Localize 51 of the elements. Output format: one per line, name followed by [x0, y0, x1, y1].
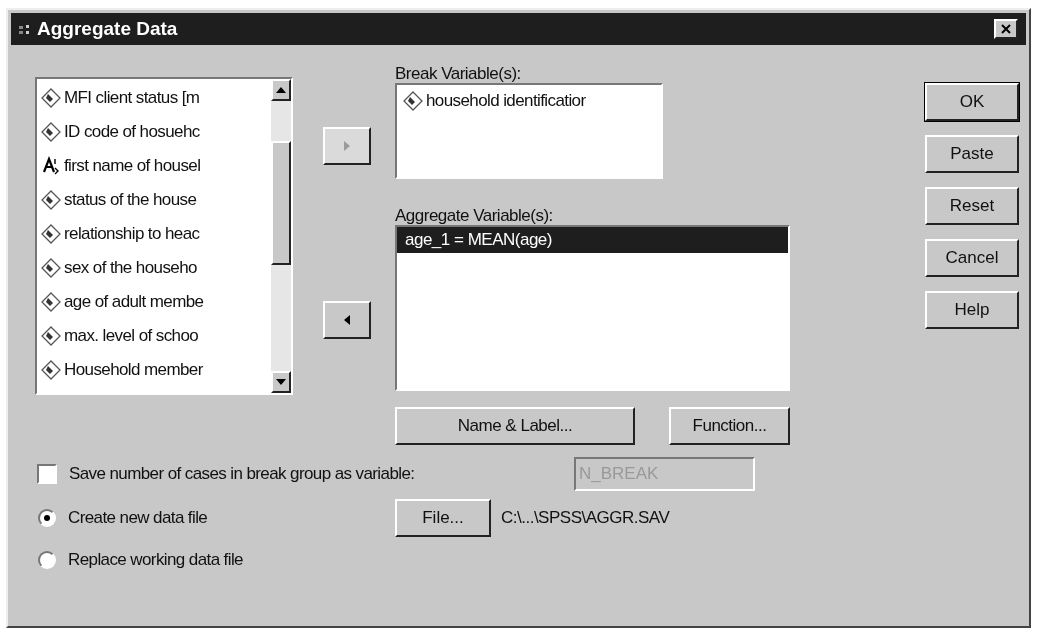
radio-label: Create new data file — [68, 507, 208, 530]
dialog-button[interactable]: Paste — [925, 135, 1019, 173]
ruler-diamond-icon — [41, 326, 61, 346]
window-title: Aggregate Data — [37, 16, 178, 41]
scroll-thumb[interactable] — [271, 141, 291, 265]
radio-label: Replace working data file — [68, 549, 243, 572]
break-variables-label: Break Variable(s): — [395, 63, 522, 83]
ruler-diamond-icon — [41, 88, 61, 108]
aggregate-variable-item[interactable]: age_1 = MEAN(age) — [397, 227, 788, 253]
close-icon — [1001, 24, 1011, 34]
move-button[interactable] — [323, 301, 371, 339]
ruler-diamond-icon — [41, 190, 61, 210]
ruler-diamond-icon — [41, 224, 61, 244]
variable-list-item[interactable]: first name of housel — [41, 149, 271, 183]
break-variable-item[interactable]: household identificatior — [403, 89, 661, 113]
variable-list-item[interactable]: ID code of hosuehc — [41, 115, 271, 149]
checkbox[interactable] — [37, 464, 57, 484]
ruler-diamond-icon — [41, 292, 61, 312]
ruler-diamond-icon — [41, 258, 61, 278]
name-label-button[interactable]: Name & Label... — [395, 407, 635, 445]
dialog-button[interactable]: Cancel — [925, 239, 1019, 277]
up-triangle-icon — [276, 87, 286, 93]
down-triangle-icon — [276, 379, 286, 385]
scroll-down-button[interactable] — [271, 371, 291, 393]
app-icon — [19, 24, 29, 34]
dialog-button[interactable]: OK — [925, 83, 1019, 121]
aggregate-variables-label: Aggregate Variable(s): — [395, 205, 554, 225]
variable-list-item[interactable]: relationship to heac — [41, 217, 271, 251]
ruler-diamond-icon — [41, 122, 61, 142]
close-button[interactable] — [994, 19, 1018, 39]
function-button[interactable]: Function... — [669, 407, 790, 445]
radio-button[interactable] — [38, 509, 56, 527]
dialog-button[interactable]: Help — [925, 291, 1019, 329]
variable-list-item[interactable]: status of the house — [41, 183, 271, 217]
ruler-diamond-icon — [403, 91, 423, 111]
variable-list-item[interactable]: max. level of schoo — [41, 319, 271, 353]
ruler-diamond-icon — [41, 360, 61, 380]
radio-button[interactable] — [38, 551, 56, 569]
left-triangle-icon — [344, 315, 350, 325]
file-button[interactable]: File... — [395, 499, 491, 537]
dialog-button[interactable]: Reset — [925, 187, 1019, 225]
variable-list-item[interactable]: MFI client status [m — [41, 81, 271, 115]
right-triangle-icon — [344, 141, 350, 151]
variable-list-item[interactable]: Household member — [41, 353, 271, 387]
string-variable-icon — [41, 156, 61, 176]
scroll-up-button[interactable] — [271, 79, 291, 101]
variable-list-item[interactable]: age of adult membe — [41, 285, 271, 319]
checkbox-label: Save number of cases in break group as variable: — [69, 463, 416, 486]
variable-list-item[interactable]: sex of the househo — [41, 251, 271, 285]
file-path: C:\...\SPSS\AGGR.SAV — [501, 507, 670, 530]
scrollbar[interactable] — [271, 79, 291, 393]
